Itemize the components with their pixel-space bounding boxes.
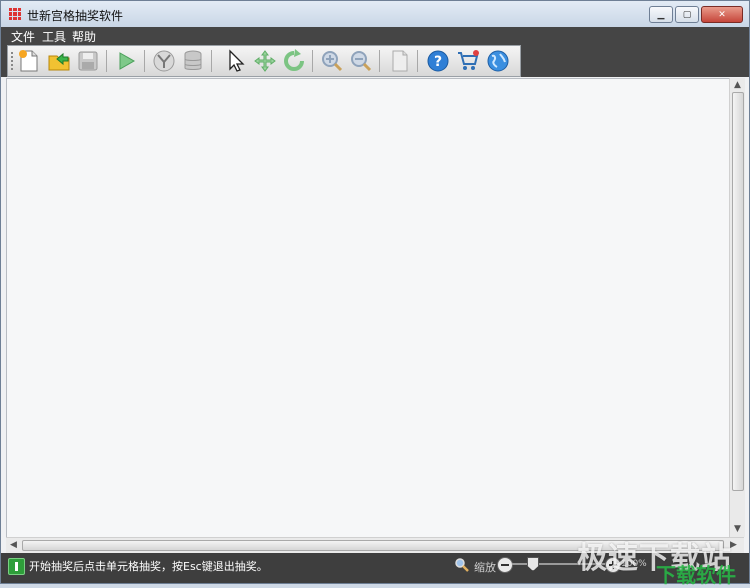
scroll-left-icon[interactable]: ◀ [10,540,17,550]
document-icon [392,50,408,72]
open-folder-icon [48,52,70,71]
globe-icon [487,50,509,72]
filter-button[interactable] [152,49,176,73]
zoom-out-button[interactable] [349,49,373,73]
zoom-minus-button[interactable] [497,557,513,573]
help-icon: ? [427,50,449,72]
rotate-button[interactable] [282,49,306,73]
zoom-slider-thumb[interactable] [527,557,539,571]
move-icon [254,50,276,72]
vertical-scroll-thumb[interactable] [732,92,744,491]
select-button[interactable] [224,49,248,73]
help-button[interactable]: ? [426,49,450,73]
scroll-up-icon[interactable]: ▲ [734,80,741,90]
database-icon [184,50,202,70]
zoom-in-button[interactable] [320,49,344,73]
document-button[interactable] [388,49,412,73]
menu-file[interactable]: 文件 [11,28,35,45]
zoom-out-icon [351,51,372,72]
menu-tools[interactable]: 工具 [42,28,66,45]
toolbar: ? [1,45,749,77]
window-title: 世新宫格抽奖软件 [27,9,124,23]
new-file-icon [19,50,38,72]
play-icon [119,52,136,70]
move-button[interactable] [253,49,277,73]
zoom-label: 缩放 [474,561,496,574]
menu-help[interactable]: 帮助 [72,28,96,45]
svg-text:?: ? [434,54,442,70]
cart-icon [458,50,479,70]
toolbar-grip[interactable] [11,52,13,70]
close-button[interactable]: ✕ [701,6,743,23]
open-button[interactable] [47,49,71,73]
cart-button[interactable] [456,49,480,73]
rotate-icon [284,49,304,71]
website-button[interactable] [486,49,510,73]
pointer-icon [229,49,245,72]
maximize-button[interactable]: ▢ [675,6,699,23]
save-button[interactable] [76,49,100,73]
scroll-down-icon[interactable]: ▼ [734,524,741,534]
info-icon [8,558,25,575]
save-icon [78,51,98,71]
status-message: 开始抽奖后点击单元格抽奖，按Esc键退出抽奖。 [29,560,268,573]
window-controls: ▁ ▢ ✕ [649,6,743,23]
title-bar: 世新宫格抽奖软件 ▁ ▢ ✕ [1,1,749,27]
database-button[interactable] [181,49,205,73]
zoom-in-icon [322,51,343,72]
magnifier-icon [455,558,469,572]
menu-bar: 文件 工具 帮助 [1,27,749,45]
app-window: 世新宫格抽奖软件 ▁ ▢ ✕ 文件 工具 帮助 ? ▲ ▼ ◀ ▶ 开始抽奖后点… [0,0,750,587]
filter-icon [153,50,175,72]
new-button[interactable] [17,49,41,73]
app-grid-icon [9,8,21,20]
start-button[interactable] [114,49,138,73]
vertical-scrollbar[interactable]: ▲ ▼ [729,78,745,537]
minimize-button[interactable]: ▁ [649,6,673,23]
lottery-canvas[interactable] [6,78,730,539]
toolstrip: ? [7,45,521,77]
